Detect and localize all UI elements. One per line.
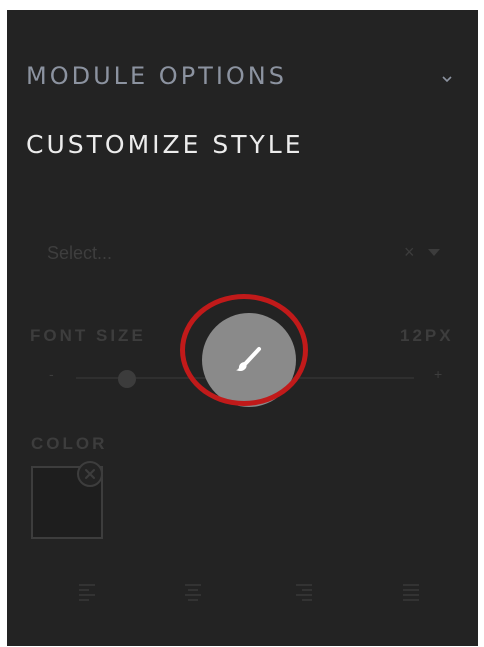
customize-brush-button[interactable] <box>202 313 296 407</box>
caret-down-icon[interactable] <box>428 249 440 256</box>
module-options-title[interactable]: MODULE OPTIONS <box>26 62 287 90</box>
font-size-value: 12PX <box>400 326 454 345</box>
customize-style-title: CUSTOMIZE STYLE <box>26 130 304 159</box>
color-label: COLOR <box>31 434 108 453</box>
select-placeholder: Select... <box>47 243 113 263</box>
slider-minus[interactable]: - <box>49 366 54 382</box>
align-justify-icon[interactable] <box>401 582 421 604</box>
align-center-icon[interactable] <box>183 582 203 604</box>
close-circle-icon[interactable] <box>77 461 103 487</box>
align-left-icon[interactable] <box>77 582 97 604</box>
select-clear-icon[interactable]: × <box>404 242 415 263</box>
align-right-icon[interactable] <box>294 582 314 604</box>
chevron-down-icon[interactable] <box>438 70 456 88</box>
slider-plus[interactable]: + <box>434 366 442 382</box>
font-size-label: FONT SIZE <box>30 326 146 345</box>
font-size-slider-thumb[interactable] <box>118 370 136 388</box>
paintbrush-icon <box>236 347 261 372</box>
style-select[interactable]: Select... × <box>28 234 462 272</box>
